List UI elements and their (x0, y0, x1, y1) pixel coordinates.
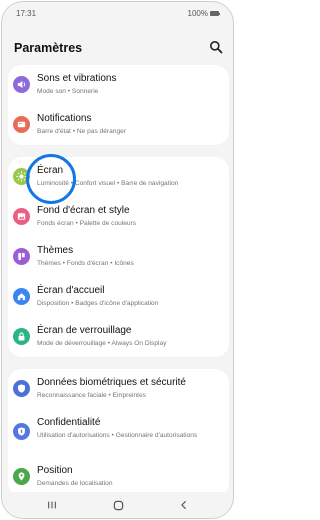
item-subtitle: Thèmes • Fonds d'écran • Icônes (37, 260, 134, 267)
location-pin-icon (13, 468, 30, 485)
shield-icon (13, 380, 30, 397)
item-subtitle: Utilisation d'autorisations • Gestionnai… (37, 432, 198, 439)
image-icon (13, 208, 30, 225)
settings-item-confidentialite[interactable]: Confidentialité Utilisation d'autorisati… (8, 409, 229, 457)
navigation-bar (2, 492, 233, 518)
recent-apps-icon[interactable] (44, 498, 60, 512)
battery-icon (210, 11, 220, 16)
item-title: Notifications (37, 113, 92, 124)
search-icon[interactable] (209, 40, 223, 54)
speaker-icon (13, 76, 30, 93)
item-title: Sons et vibrations (37, 73, 117, 84)
item-subtitle: Demandes de localisation (37, 480, 113, 487)
item-title: Écran de verrouillage (37, 325, 132, 336)
header: Paramètres (2, 32, 233, 62)
battery-percent: 100% (187, 9, 208, 18)
settings-group-security: Données biométriques et sécurité Reconna… (8, 369, 229, 497)
lock-icon (13, 328, 30, 345)
item-subtitle: Fonds écran • Palette de couleurs (37, 220, 137, 227)
privacy-icon (13, 423, 30, 440)
item-title: Confidentialité (37, 417, 101, 428)
bell-icon (13, 116, 30, 133)
home-icon (13, 288, 30, 305)
settings-item-fond-ecran[interactable]: Fond d'écran et style Fonds écran • Pale… (8, 197, 229, 237)
home-button-icon[interactable] (110, 498, 126, 512)
page-title: Paramètres (14, 41, 83, 55)
item-subtitle: Mode son • Sonnerie (37, 88, 99, 95)
settings-group-display: Écran Luminosité • Confort visuel • Barr… (8, 157, 229, 357)
item-title: Données biométriques et sécurité (37, 377, 186, 388)
back-icon[interactable] (176, 498, 192, 512)
settings-item-position[interactable]: Position Demandes de localisation (8, 457, 229, 497)
settings-item-biometrie[interactable]: Données biométriques et sécurité Reconna… (8, 369, 229, 409)
settings-item-sons[interactable]: Sons et vibrations Mode son • Sonnerie (8, 65, 229, 105)
settings-item-notifications[interactable]: Notifications Barre d'état • Ne pas déra… (8, 105, 229, 145)
settings-item-ecran[interactable]: Écran Luminosité • Confort visuel • Barr… (8, 157, 229, 197)
item-title: Écran (37, 165, 64, 176)
item-title: Position (37, 465, 73, 476)
item-subtitle: Mode de déverrouillage • Always On Displ… (37, 340, 167, 347)
palette-icon (13, 248, 30, 265)
status-time: 17:31 (16, 9, 37, 18)
item-title: Fond d'écran et style (37, 205, 130, 216)
item-subtitle: Luminosité • Confort visuel • Barre de n… (37, 180, 179, 187)
status-bar: 17:31 100% (2, 2, 233, 24)
item-subtitle: Reconnaissance faciale • Empreintes (37, 392, 146, 399)
item-subtitle: Barre d'état • Ne pas déranger (37, 128, 126, 135)
status-right: 100% (187, 9, 220, 18)
item-title: Thèmes (37, 245, 74, 256)
settings-group-sound: Sons et vibrations Mode son • Sonnerie N… (8, 65, 229, 145)
settings-item-themes[interactable]: Thèmes Thèmes • Fonds d'écran • Icônes (8, 237, 229, 277)
item-subtitle: Disposition • Badges d'icône d'applicati… (37, 300, 159, 307)
sun-icon (13, 168, 30, 185)
phone-frame: 17:31 100% Paramètres Sons et vibrations… (1, 1, 234, 519)
settings-item-verrouillage[interactable]: Écran de verrouillage Mode de déverrouil… (8, 317, 229, 357)
item-title: Écran d'accueil (37, 285, 105, 296)
settings-item-ecran-accueil[interactable]: Écran d'accueil Disposition • Badges d'i… (8, 277, 229, 317)
